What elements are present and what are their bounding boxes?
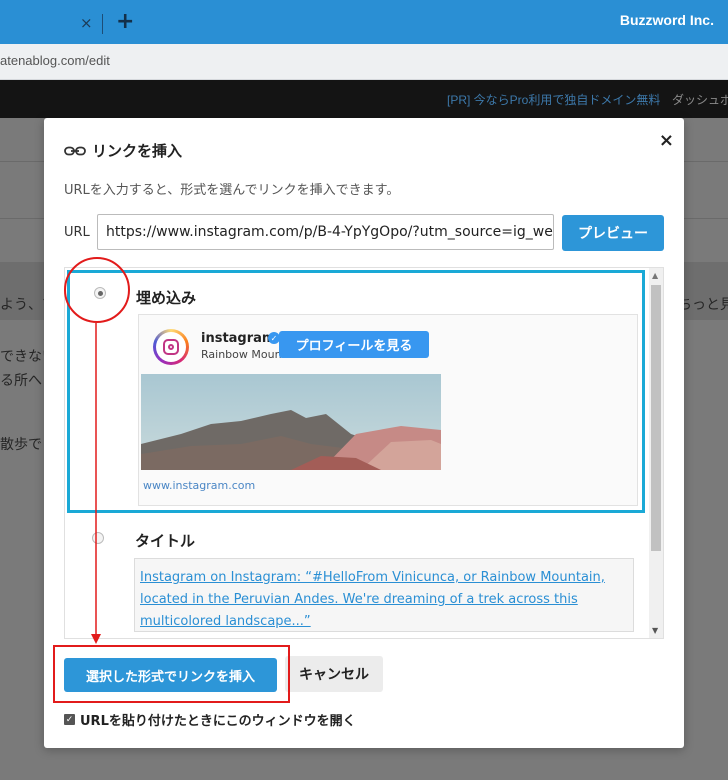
instagram-subtitle: Rainbow Mount [201,348,286,361]
url-input[interactable]: https://www.instagram.com/p/B-4-YpYgOpo/… [97,214,554,250]
embed-label: 埋め込み [136,289,197,307]
title-preview: Instagram on Instagram: “#HelloFrom Vini… [134,558,634,632]
preview-button[interactable]: プレビュー [562,215,664,251]
cancel-button[interactable]: キャンセル [285,656,383,692]
dashboard-link[interactable]: ダッシュボ [672,91,728,108]
scroll-down-icon[interactable]: ▼ [652,626,658,635]
instagram-embed-preview: instagram ✓ Rainbow Mount プロフィールを見る www.… [138,314,638,506]
annotation-rectangle [53,645,290,703]
browser-tab-bar: × + Buzzword Inc. [0,0,728,44]
address-url[interactable]: atenablog.com/edit [0,53,110,68]
title-label: タイトル [135,532,196,550]
open-on-paste-option[interactable]: ✓ URLを貼り付けたときにこのウィンドウを開く [64,710,356,729]
annotation-circle [64,257,130,323]
help-text: URLを入力すると、形式を選んでリンクを挿入できます。 [64,183,400,198]
dialog-title: リンクを挿入 [64,140,182,161]
checkbox-checked-icon[interactable]: ✓ [64,714,75,725]
scroll-thumb[interactable] [651,285,661,551]
bg-text: ちっと見 [678,297,728,313]
dialog-title-text: リンクを挿入 [92,142,183,160]
open-on-paste-label: URLを貼り付けたときにこのウィンドウを開く [80,714,356,729]
title-link-text[interactable]: Instagram on Instagram: “#HelloFrom Vini… [140,570,605,629]
view-profile-button[interactable]: プロフィールを見る [279,331,429,358]
url-label: URL [64,225,90,240]
instagram-logo-icon [153,329,189,365]
bg-text: 散歩で [0,437,42,453]
blog-top-bar: [PR] 今ならPro利用で独自ドメイン無料 ダッシュボ [0,80,728,118]
promo-link[interactable]: [PR] 今ならPro利用で独自ドメイン無料 [447,91,660,108]
tab-close-icon[interactable]: × [80,14,93,32]
brand-label: Buzzword Inc. [619,12,714,28]
format-options-list[interactable]: 埋め込み instagram ✓ Rainbow Mount プロフィールを見る [64,267,664,639]
bg-text: る所へ [0,373,42,389]
title-radio[interactable] [92,532,104,544]
mountain-photo [141,374,441,470]
scroll-up-icon[interactable]: ▲ [652,271,658,280]
address-bar[interactable]: atenablog.com/edit [0,44,728,80]
options-scrollbar[interactable]: ▲ ▼ [649,268,663,638]
instagram-site-link[interactable]: www.instagram.com [143,479,255,492]
new-tab-icon[interactable]: + [116,9,134,34]
link-icon [64,146,86,155]
option-embed[interactable]: 埋め込み instagram ✓ Rainbow Mount プロフィールを見る [67,270,645,513]
close-button[interactable]: × [659,130,674,151]
instagram-account: instagram [201,331,276,346]
tab-separator [102,14,103,34]
